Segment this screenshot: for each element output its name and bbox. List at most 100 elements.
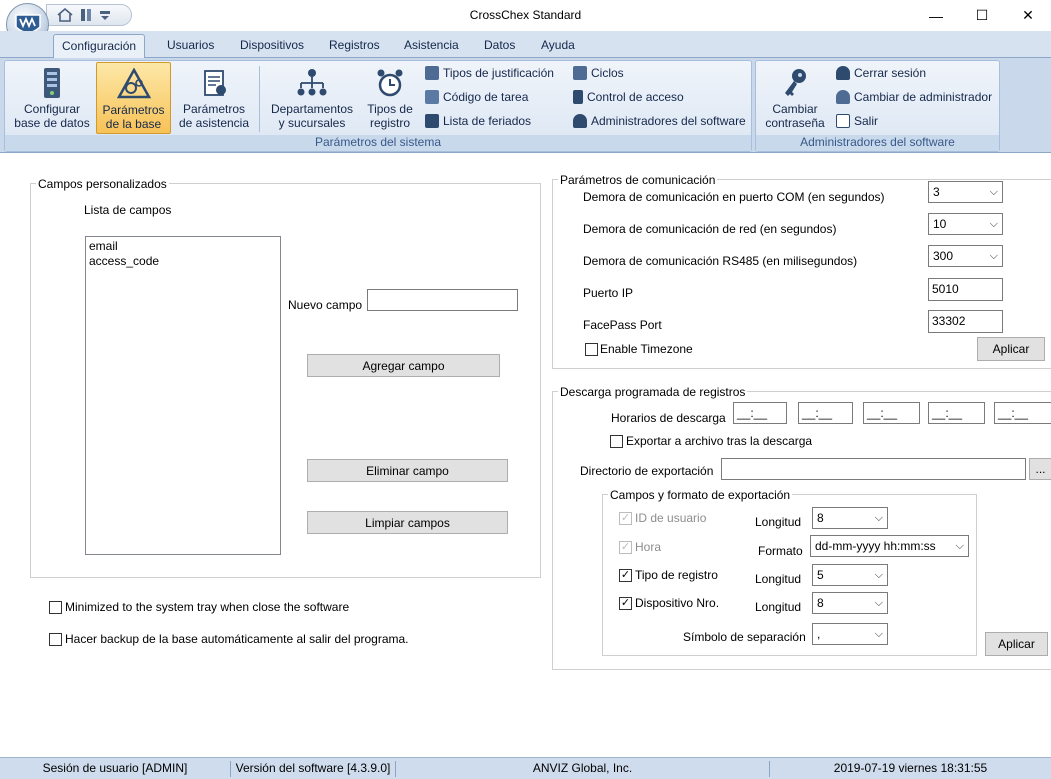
config-db-button[interactable]: Configurar base de datos (10, 62, 94, 134)
holidays-button[interactable]: Lista de feriados (425, 111, 531, 131)
browse-button[interactable]: ... (1029, 458, 1051, 480)
logout-label: Cerrar sesión (854, 66, 927, 80)
justification-types-button[interactable]: Tipos de justificación (425, 63, 554, 83)
record-type-checkbox[interactable]: ✓ (619, 569, 632, 582)
download-time-2[interactable]: __:__ (798, 402, 853, 424)
download-time-3[interactable]: __:__ (863, 402, 920, 424)
home-icon[interactable] (57, 8, 73, 22)
minimize-button[interactable]: — (913, 0, 959, 31)
access-control-label: Control de acceso (587, 90, 684, 104)
tab-asistencia[interactable]: Asistencia (396, 34, 467, 58)
tab-dispositivos[interactable]: Dispositivos (232, 34, 312, 58)
tools-icon[interactable] (79, 8, 93, 22)
maximize-button[interactable]: ☐ (959, 0, 1005, 31)
departments-button[interactable]: Departamentos y sucursales (266, 62, 358, 134)
list-item[interactable]: email (89, 239, 277, 254)
base-params-label-1: Parámetros (102, 103, 165, 117)
format-label: Formato (758, 544, 803, 558)
user-id-length-value: 8 (817, 511, 824, 525)
chevron-down-icon: ⌵ (989, 217, 998, 230)
status-datetime: 2019-07-19 viernes 18:31:55 (833, 761, 988, 775)
download-time-4[interactable]: __:__ (928, 402, 985, 424)
list-item[interactable]: access_code (89, 254, 277, 269)
config-db-label-1: Configurar (23, 102, 81, 116)
rs485-delay-select[interactable]: 300 ⌵ (928, 245, 1003, 267)
dropdown-icon[interactable] (99, 8, 111, 22)
device-no-length-select[interactable]: 8 ⌵ (812, 592, 888, 614)
record-type-length-select[interactable]: 5 ⌵ (812, 564, 888, 586)
group-label-system: Parámetros del sistema (5, 135, 751, 151)
rs485-delay-label: Demora de comunicación RS485 (en miliseg… (583, 254, 858, 268)
delete-field-button[interactable]: Eliminar campo (307, 459, 508, 482)
config-db-label-2: base de datos (14, 116, 90, 130)
cycles-button[interactable]: Ciclos (573, 63, 624, 83)
comm-apply-button[interactable]: Aplicar (977, 337, 1045, 361)
software-admins-button[interactable]: Administradores del software (573, 111, 746, 131)
clear-fields-button[interactable]: Limpiar campos (307, 511, 508, 534)
format-select[interactable]: dd-mm-yyyy hh:mm:ss ⌵ (810, 535, 969, 557)
chevron-down-icon: ⌵ (874, 568, 883, 581)
minimize-tray-checkbox[interactable] (49, 601, 62, 614)
alarm-clock-icon (377, 69, 403, 97)
close-button[interactable]: ✕ (1005, 0, 1051, 31)
attendance-params-button[interactable]: Parámetros de asistencia (174, 62, 254, 134)
change-admin-button[interactable]: Cambiar de administrador (836, 87, 992, 107)
net-delay-label: Demora de comunicación de red (en segund… (583, 222, 837, 236)
record-types-button[interactable]: Tipos de registro (362, 62, 418, 134)
calendar-icon (425, 114, 439, 128)
add-field-button[interactable]: Agregar campo (307, 354, 500, 377)
exit-button[interactable]: Salir (836, 111, 878, 131)
change-admin-label: Cambiar de administrador (854, 90, 993, 104)
auto-backup-checkbox[interactable] (49, 633, 62, 646)
facepass-port-label: FacePass Port (583, 318, 662, 332)
user-switch-icon (836, 90, 850, 104)
tab-usuarios[interactable]: Usuarios (159, 34, 222, 58)
departments-label-1: Departamentos (270, 102, 354, 116)
facepass-port-input[interactable]: 33302 (928, 310, 1003, 333)
logout-button[interactable]: Cerrar sesión (836, 63, 926, 83)
base-params-button[interactable]: Parámetros de la base (96, 62, 171, 134)
status-company: ANVIZ Global, Inc. (396, 761, 770, 777)
communication-legend: Parámetros de comunicación (558, 173, 718, 187)
change-password-label-1: Cambiar (772, 102, 818, 116)
export-dir-input[interactable] (721, 458, 1026, 480)
timezone-label: Enable Timezone (600, 342, 693, 356)
download-time-1[interactable]: __:__ (733, 402, 787, 424)
net-delay-select[interactable]: 10 ⌵ (928, 213, 1003, 235)
download-time-5[interactable]: __:__ (994, 402, 1051, 424)
tab-datos[interactable]: Datos (476, 34, 523, 58)
field-list[interactable]: email access_code (85, 236, 281, 555)
ip-port-input[interactable]: 5010 (928, 278, 1003, 301)
tab-registros[interactable]: Registros (321, 34, 388, 58)
task-code-icon (425, 90, 439, 104)
timezone-checkbox[interactable] (585, 343, 598, 356)
com-delay-select[interactable]: 3 ⌵ (928, 181, 1003, 203)
net-delay-value: 10 (933, 217, 947, 231)
new-field-input[interactable] (367, 289, 518, 311)
tab-configuracion[interactable]: Configuración (53, 34, 146, 58)
chevron-down-icon: ⌵ (989, 185, 998, 198)
scheduled-download-legend: Descarga programada de registros (558, 385, 748, 399)
access-control-button[interactable]: Control de acceso (573, 87, 684, 107)
separator-label: Símbolo de separación (683, 630, 806, 644)
hora-checkbox[interactable]: ✓ (619, 541, 632, 554)
user-id-length-select[interactable]: 8 ⌵ (812, 507, 888, 529)
change-password-label-2: contraseña (765, 116, 825, 130)
minimize-tray-label: Minimized to the system tray when close … (65, 600, 350, 614)
user-id-label: ID de usuario (635, 511, 707, 525)
user-id-checkbox[interactable]: ✓ (619, 512, 632, 525)
tab-ayuda[interactable]: Ayuda (533, 34, 583, 58)
auto-backup-label: Hacer backup de la base automáticamente … (65, 632, 409, 646)
holidays-label: Lista de feriados (443, 114, 532, 128)
task-code-button[interactable]: Código de tarea (425, 87, 528, 107)
cycles-icon (573, 66, 587, 80)
device-no-checkbox[interactable]: ✓ (619, 597, 632, 610)
export-after-checkbox[interactable] (610, 435, 623, 448)
export-fields-legend: Campos y formato de exportación (608, 488, 793, 502)
record-type-label: Tipo de registro (635, 568, 718, 582)
chevron-down-icon: ⌵ (955, 539, 964, 552)
device-no-label: Dispositivo Nro. (635, 596, 720, 610)
change-password-button[interactable]: Cambiar contraseña (762, 62, 828, 134)
separator-select[interactable]: , ⌵ (812, 623, 888, 645)
download-apply-button[interactable]: Aplicar (985, 632, 1048, 656)
